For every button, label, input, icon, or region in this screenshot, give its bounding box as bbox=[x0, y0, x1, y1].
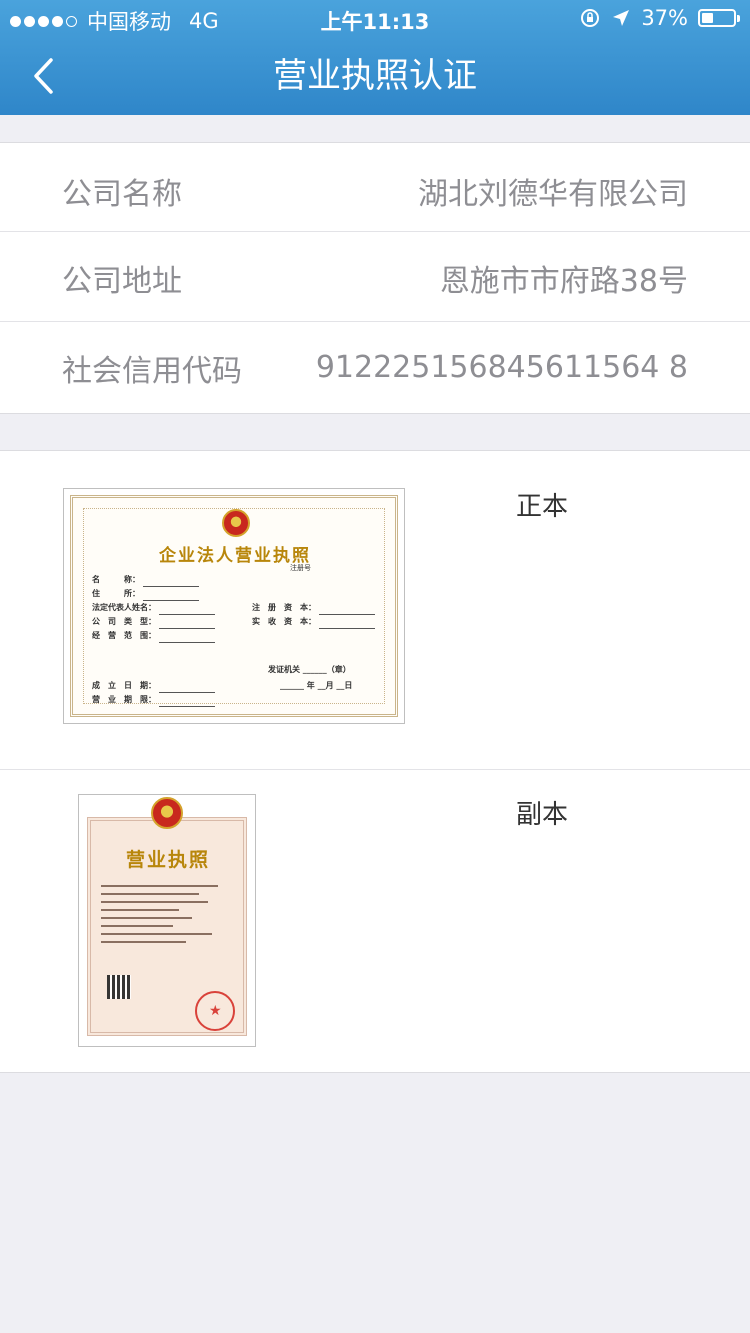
issuer-line: 发证机关 ______（章） bbox=[268, 665, 351, 674]
original-license-image[interactable]: 企业法人营业执照 注册号 名 称： 住 所： 法定代表人姓名： 公 司 类 型：… bbox=[63, 488, 405, 724]
battery-icon bbox=[698, 9, 740, 27]
battery-percent: 37% bbox=[641, 6, 688, 30]
divider bbox=[0, 321, 750, 322]
credit-code-value: 912225156845611564 8 bbox=[315, 350, 688, 385]
company-name-value: 湖北刘德华有限公司 bbox=[418, 176, 688, 212]
company-address-value: 恩施市市府路38号 bbox=[439, 263, 688, 299]
original-label: 正本 bbox=[516, 492, 569, 522]
orientation-lock-icon bbox=[581, 9, 600, 27]
national-emblem-icon bbox=[151, 797, 183, 829]
credit-code-label: 社会信用代码 bbox=[62, 353, 242, 389]
location-arrow-icon bbox=[613, 10, 630, 26]
company-address-label: 公司地址 bbox=[62, 263, 182, 299]
status-right: 37% bbox=[579, 6, 740, 30]
company-address-row: 公司地址 恩施市市府路38号 bbox=[0, 233, 750, 322]
certificate-title: 营业执照 bbox=[125, 849, 210, 871]
qr-code-icon bbox=[107, 975, 131, 999]
copy-license-image[interactable]: 营业执照 ★ bbox=[78, 794, 256, 1047]
copy-label: 副本 bbox=[516, 800, 569, 830]
national-emblem-icon bbox=[222, 509, 250, 537]
status-bar: 中国移动 4G 上午11:13 37% bbox=[0, 0, 750, 38]
divider bbox=[0, 769, 750, 770]
company-name-row: 公司名称 湖北刘德华有限公司 bbox=[0, 146, 750, 235]
app-header: 中国移动 4G 上午11:13 37% 营业执照认证 bbox=[0, 0, 750, 115]
certificate-fields bbox=[101, 879, 231, 949]
certificate-capital-fields: 注 册 资 本： 实 收 资 本： bbox=[252, 601, 375, 629]
reg-no-label: 注册号 bbox=[290, 564, 311, 572]
company-info-card: 公司名称 湖北刘德华有限公司 公司地址 恩施市市府路38号 社会信用代码 912… bbox=[0, 142, 750, 414]
issue-date-line: ______ 年 __月 __日 bbox=[280, 681, 353, 690]
page-title: 营业执照认证 bbox=[273, 56, 477, 96]
certificate-fields: 名 称： 住 所： 法定代表人姓名： 公 司 类 型： 经 营 范 围： bbox=[92, 573, 215, 643]
official-seal-icon: ★ bbox=[195, 991, 235, 1031]
nav-bar: 营业执照认证 bbox=[0, 38, 750, 115]
certificate-title: 企业法人营业执照 bbox=[159, 546, 311, 566]
divider bbox=[0, 231, 750, 232]
credit-code-row: 社会信用代码 912225156845611564 8 bbox=[0, 323, 750, 412]
certificate-date-fields: 成 立 日 期： 营 业 期 限： bbox=[92, 679, 215, 707]
company-name-label: 公司名称 bbox=[62, 176, 182, 212]
